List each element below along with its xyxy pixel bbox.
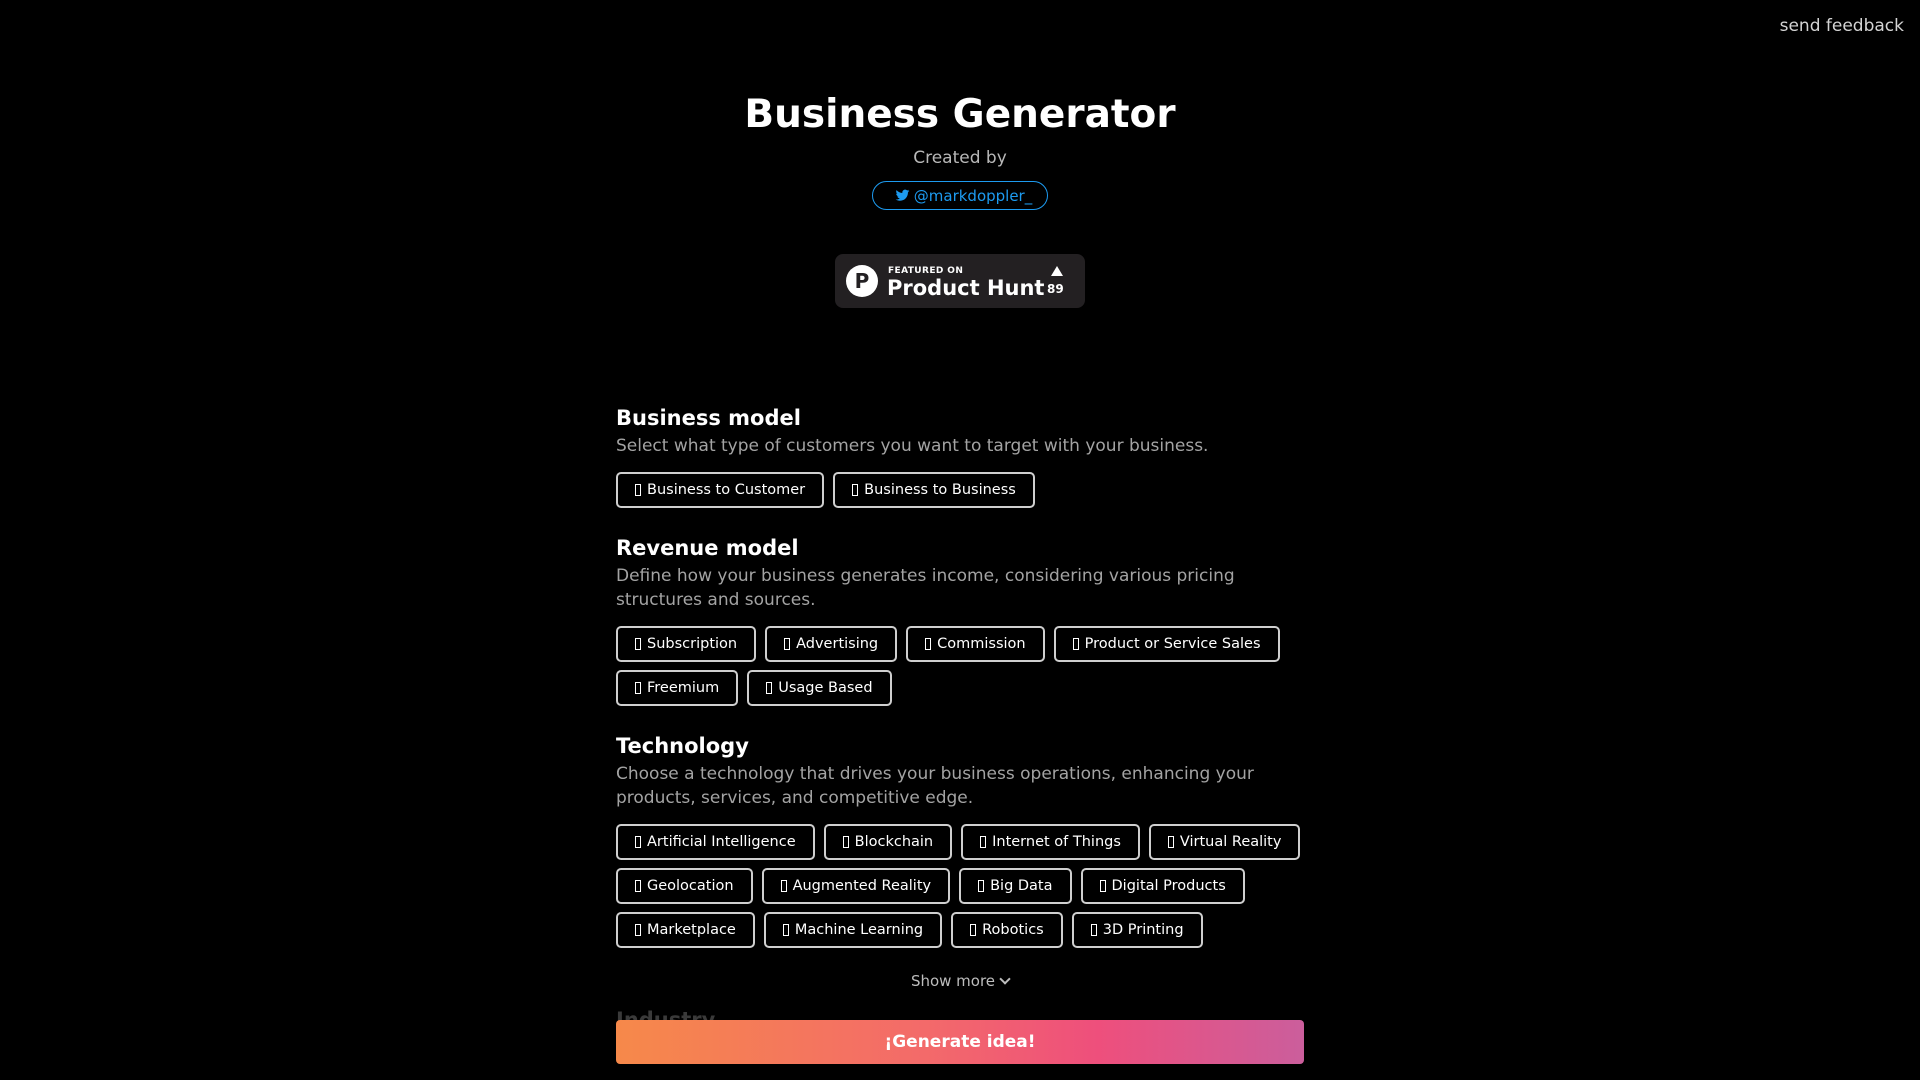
- option-augmented-reality[interactable]: Augmented Reality: [761, 868, 951, 904]
- option-freemium[interactable]: Freemium: [616, 670, 739, 706]
- option-icon: [635, 880, 641, 892]
- option-icon: [1099, 880, 1106, 892]
- twitter-bird-icon: [895, 189, 910, 201]
- section-description: Define how your business generates incom…: [616, 566, 1235, 610]
- option-icon: [635, 924, 641, 936]
- option-icon: [766, 682, 773, 694]
- business-model-options: Business to Customer Business to Busines…: [616, 472, 1304, 508]
- option-robotics[interactable]: Robotics: [951, 912, 1063, 948]
- option-internet-of-things[interactable]: Internet of Things: [961, 824, 1140, 860]
- section-title: Technology: [616, 734, 749, 758]
- option-icon: [1072, 638, 1079, 650]
- generate-idea-button[interactable]: ¡Generate idea!: [616, 1020, 1304, 1064]
- option-icon: [978, 880, 985, 892]
- option-blockchain[interactable]: Blockchain: [823, 824, 953, 860]
- option-icon: [980, 836, 987, 848]
- page-header: Business Generator Created by @markdoppl…: [0, 92, 1920, 210]
- section-title: Revenue model: [616, 536, 799, 560]
- option-business-to-customer[interactable]: Business to Customer: [616, 472, 825, 508]
- technology-section: Technology Choose a technology that driv…: [616, 732, 1304, 948]
- option-subscription[interactable]: Subscription: [616, 626, 757, 662]
- option-icon: [842, 836, 849, 848]
- option-usage-based[interactable]: Usage Based: [747, 670, 892, 706]
- option-business-to-business[interactable]: Business to Business: [833, 472, 1035, 508]
- product-hunt-name: Product Hunt: [887, 276, 1045, 300]
- option-icon: [852, 484, 859, 496]
- option-icon: [635, 682, 641, 694]
- section-title: Business model: [616, 406, 801, 430]
- twitter-profile-link[interactable]: @markdoppler_: [871, 181, 1049, 210]
- option-icon: [635, 836, 641, 848]
- option-artificial-intelligence[interactable]: Artificial Intelligence: [616, 824, 815, 860]
- option-commission[interactable]: Commission: [906, 626, 1045, 662]
- option-big-data[interactable]: Big Data: [959, 868, 1072, 904]
- chevron-down-icon: [999, 973, 1011, 985]
- business-model-section: Business model Select what type of custo…: [616, 404, 1304, 508]
- generator-form: Business model Select what type of custo…: [616, 404, 1304, 990]
- page-title: Business Generator: [744, 92, 1176, 137]
- twitter-handle: @markdoppler_: [913, 186, 1033, 205]
- option-icon: [635, 638, 641, 650]
- technology-options: Artificial Intelligence Blockchain Inter…: [616, 824, 1304, 948]
- product-hunt-logo-icon: P: [846, 265, 878, 297]
- show-more-button[interactable]: Show more: [616, 972, 1304, 990]
- option-icon: [1167, 836, 1174, 848]
- upvote-triangle-icon: [1051, 266, 1063, 276]
- option-icon: [635, 484, 641, 496]
- option-icon: [970, 924, 977, 936]
- option-machine-learning[interactable]: Machine Learning: [763, 912, 943, 948]
- revenue-model-options: Subscription Advertising Commission Prod…: [616, 626, 1304, 706]
- option-virtual-reality[interactable]: Virtual Reality: [1148, 824, 1301, 860]
- option-icon: [780, 880, 787, 892]
- send-feedback-link[interactable]: send feedback: [1780, 16, 1904, 36]
- option-icon: [782, 924, 789, 936]
- option-icon: [1090, 924, 1097, 936]
- upvote-count: 89: [1047, 282, 1064, 296]
- option-product-or-service-sales[interactable]: Product or Service Sales: [1053, 626, 1280, 662]
- created-by-label: Created by: [913, 148, 1007, 168]
- option-3d-printing[interactable]: 3D Printing: [1071, 912, 1203, 948]
- section-description: Select what type of customers you want t…: [616, 436, 1209, 456]
- option-advertising[interactable]: Advertising: [765, 626, 898, 662]
- option-icon: [784, 638, 791, 650]
- product-hunt-badge[interactable]: P FEATURED ON Product Hunt 89: [835, 254, 1085, 308]
- option-icon: [925, 638, 932, 650]
- revenue-model-section: Revenue model Define how your business g…: [616, 534, 1304, 706]
- option-geolocation[interactable]: Geolocation: [616, 868, 753, 904]
- section-description: Choose a technology that drives your bus…: [616, 764, 1254, 808]
- option-marketplace[interactable]: Marketplace: [616, 912, 755, 948]
- option-digital-products[interactable]: Digital Products: [1080, 868, 1245, 904]
